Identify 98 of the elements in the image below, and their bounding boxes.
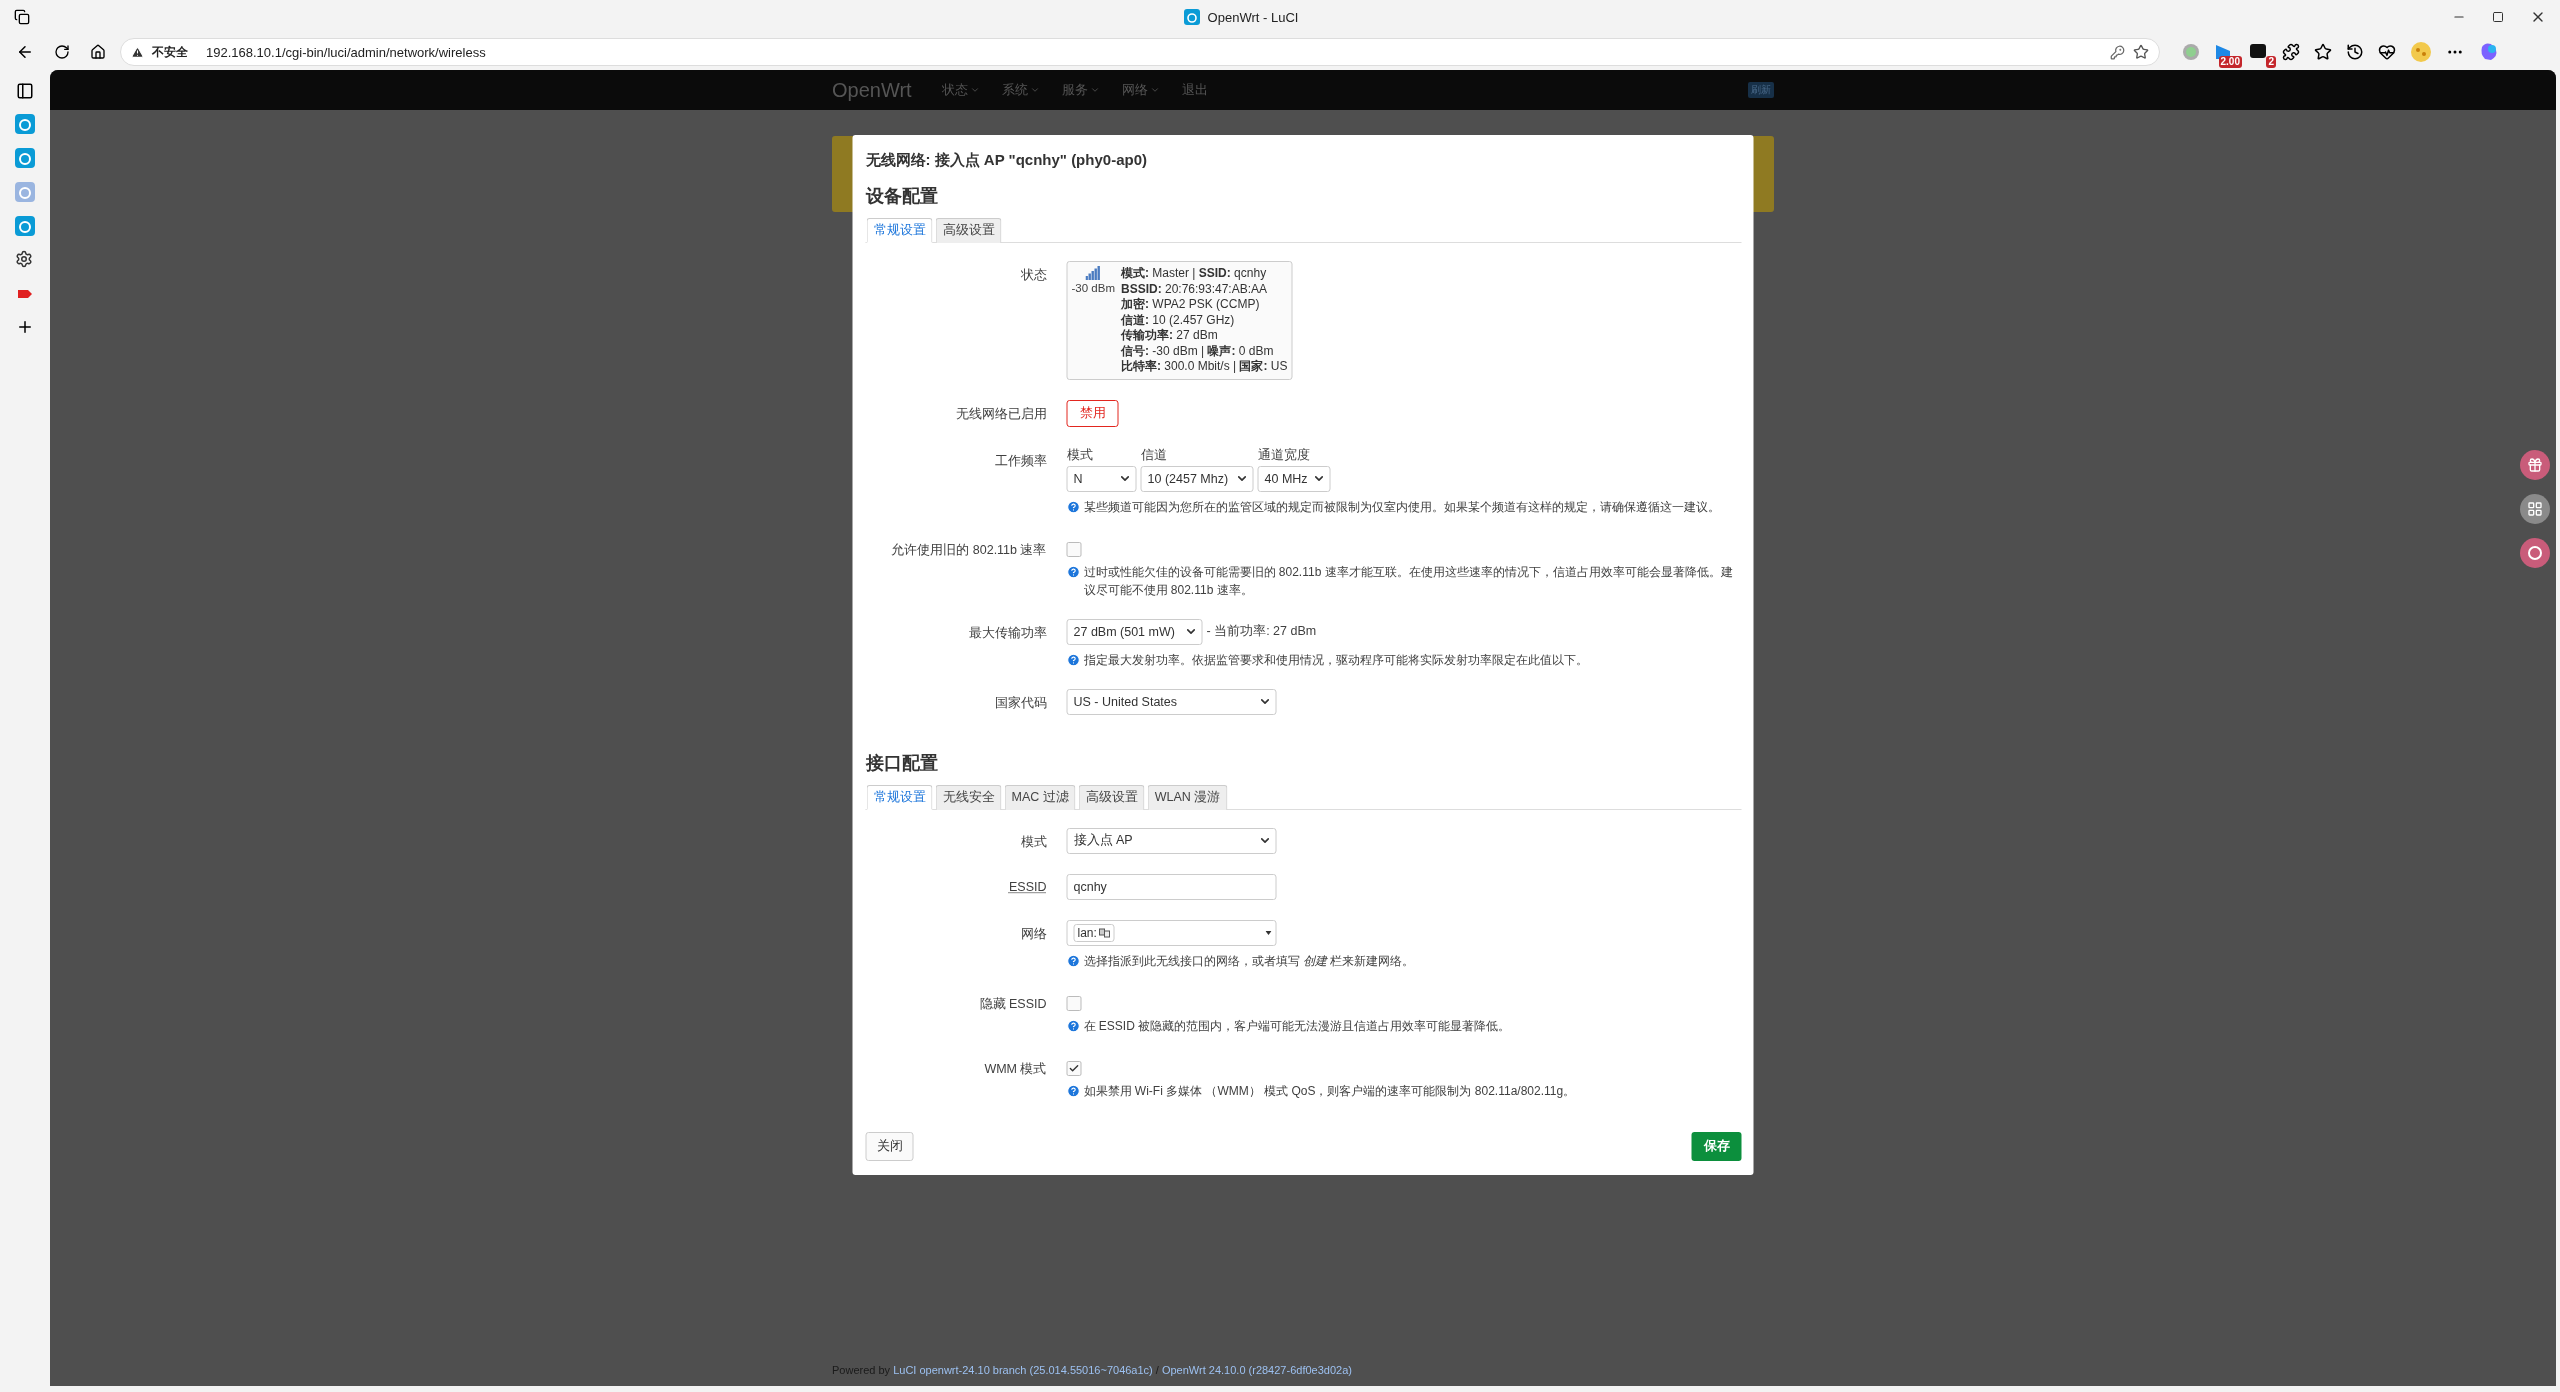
status-line: 加密: WPA2 PSK (CCMP) [1120, 297, 1261, 313]
current-power-text: - 当前功率: 27 dBm [1206, 623, 1317, 640]
home-icon[interactable] [90, 44, 106, 60]
address-bar[interactable]: 不安全 192.168.10.1/cgi-bin/luci/admin/network/wireless [120, 38, 2160, 66]
status-line: 模式: Master | SSID: qcnhy [1120, 266, 1268, 282]
check-icon [1068, 1062, 1080, 1074]
signal-icon [1085, 266, 1102, 280]
field-label: ESSID [1009, 878, 1047, 894]
extension-badge: 2.00 [2218, 56, 2242, 68]
field-label: 无线网络已启用 [955, 405, 1047, 423]
caret-icon [969, 85, 980, 95]
status-line: 比特率: 300.0 Mbit/s | 国家: US [1120, 359, 1288, 375]
signal-text: -30 dBm [1071, 282, 1115, 294]
history-icon[interactable] [2346, 43, 2364, 61]
select-field[interactable]: 接入点 AP [1066, 827, 1277, 854]
help-text: 指定最大发射功率。依据监管要求和使用情况，驱动程序可能将实际发射功率限定在此值以下。 [1083, 651, 1588, 669]
status-line: 传输功率: 27 dBm [1120, 328, 1219, 344]
status-line: 信号: -30 dBm | 噪声: 0 dBm [1120, 343, 1275, 359]
field-label: 隐藏 ESSID [979, 995, 1047, 1013]
section-heading: 设备配置 [865, 185, 939, 208]
extension-badge: 2 [2266, 56, 2276, 68]
select-field[interactable]: 40 MHz [1257, 465, 1331, 492]
tab[interactable]: 常规设置 [866, 218, 933, 243]
caret-icon [1089, 85, 1100, 95]
tab[interactable]: MAC 过滤 [1004, 784, 1076, 810]
checkbox[interactable] [1066, 1060, 1082, 1076]
select-field[interactable]: 10 (2457 Mhz) [1140, 465, 1254, 492]
field-label: 国家代码 [994, 694, 1047, 712]
select-caption: 信道 [1140, 446, 1168, 464]
status-line: 信道: 10 (2.457 GHz) [1120, 312, 1236, 328]
star-icon[interactable] [2133, 44, 2149, 60]
select-field[interactable]: N [1066, 465, 1137, 492]
checkbox[interactable] [1066, 541, 1082, 557]
sidebar-toggle-icon[interactable] [16, 82, 34, 100]
field-label: 工作频率 [994, 452, 1047, 470]
tab[interactable]: 常规设置 [866, 784, 933, 810]
field-label: WMM 模式 [984, 1060, 1047, 1078]
caret-icon [1149, 85, 1160, 95]
save-button[interactable]: 保存 [1691, 1131, 1742, 1161]
tab[interactable]: WLAN 漫游 [1147, 784, 1228, 810]
help-icon [1066, 499, 1081, 514]
favorites-icon[interactable] [2314, 43, 2332, 61]
close-button[interactable]: 关闭 [865, 1131, 914, 1161]
tab[interactable]: 高级设置 [935, 218, 1002, 243]
disable-button[interactable]: 禁用 [1066, 399, 1119, 427]
field-label: 允许使用旧的 802.11b 速率 [891, 541, 1047, 559]
tab-title: OpenWrt - LuCI [1207, 9, 1299, 25]
profile-icon[interactable] [2410, 41, 2432, 63]
tab[interactable]: 无线安全 [935, 784, 1002, 810]
essid-field[interactable]: qcnhy [1066, 873, 1277, 900]
tab[interactable]: 高级设置 [1078, 784, 1145, 810]
url-text: 192.168.10.1/cgi-bin/luci/admin/network/wireless [206, 44, 487, 60]
site-icon[interactable] [15, 148, 35, 168]
field-label: 网络 [1020, 925, 1047, 943]
section-heading: 接口配置 [865, 751, 939, 775]
footer-link[interactable]: OpenWrt 24.10.0 (r28427-6df0e3d02a) [1161, 1364, 1352, 1376]
network-icon [1098, 926, 1111, 939]
help-icon [1066, 953, 1081, 968]
extensions-icon[interactable] [2282, 43, 2300, 61]
help-text: 某些频道可能因为您所在的监管区域的规定而被限制为仅室内使用。如果某个频道有这样的规定，请确保遵循这一建议。 [1083, 498, 1720, 516]
field-label: 状态 [1020, 267, 1047, 284]
help-text: 选择指派到此无线接口的网络，或者填写 创建 栏来新建网络。 [1083, 952, 1415, 970]
back-icon[interactable] [16, 43, 34, 61]
warning-icon [131, 45, 144, 59]
key-icon[interactable] [2110, 44, 2125, 60]
app-icon [1183, 9, 1200, 25]
checkbox[interactable] [1066, 995, 1082, 1011]
health-icon[interactable] [2378, 43, 2396, 61]
field-label: 最大传输功率 [968, 624, 1047, 642]
security-label: 不安全 [152, 43, 188, 61]
translate-icon[interactable] [2520, 538, 2550, 568]
help-icon [1066, 652, 1081, 667]
help-icon [1066, 1083, 1081, 1098]
help-text: 如果禁用 Wi-Fi 多媒体 （WMM） 模式 QoS，则客户端的速率可能限制为 802.11a/802.11g。 [1083, 1082, 1576, 1100]
tab-actions-icon[interactable] [14, 9, 30, 25]
site-icon[interactable] [15, 114, 35, 134]
help-icon [1066, 564, 1081, 579]
dialog-title: 无线网络: 接入点 AP "qcnhy" (phy0-ap0) [865, 151, 1148, 170]
add-icon[interactable] [16, 318, 34, 336]
settings-icon[interactable] [15, 250, 35, 270]
caret-icon [1029, 85, 1040, 95]
select-caption: 通道宽度 [1257, 446, 1311, 464]
grid-icon[interactable] [2520, 494, 2550, 524]
footer-link[interactable]: LuCI openwrt-24.10 branch (25.014.55016~7046a1c) [893, 1364, 1153, 1376]
maximize-icon[interactable] [2492, 11, 2504, 23]
site-icon[interactable] [15, 216, 35, 236]
field-label: 模式 [1020, 833, 1047, 851]
select-caption: 模式 [1066, 446, 1094, 464]
select-field[interactable]: US - United States [1066, 688, 1277, 715]
gift-icon[interactable] [2520, 450, 2550, 480]
help-text: 过时或性能欠佳的设备可能需要旧的 802.11b 速率才能互联。在使用这些速率的情况下，信道占用效率可能会显著降低。建议尽可能不使用 802.11b 速率。 [1083, 563, 1734, 599]
help-icon [1066, 1018, 1081, 1033]
help-text: 在 ESSID 被隐藏的范围内，客户端可能无法漫游且信道占用效率可能显著降低。 [1083, 1017, 1511, 1035]
reload-icon[interactable] [54, 44, 70, 60]
network-select[interactable]: lan: [1066, 919, 1277, 946]
status-line: BSSID: 20:76:93:47:AB:AA [1120, 281, 1269, 297]
caret-icon [1265, 930, 1272, 935]
select-field[interactable]: 27 dBm (501 mW) [1066, 618, 1203, 645]
